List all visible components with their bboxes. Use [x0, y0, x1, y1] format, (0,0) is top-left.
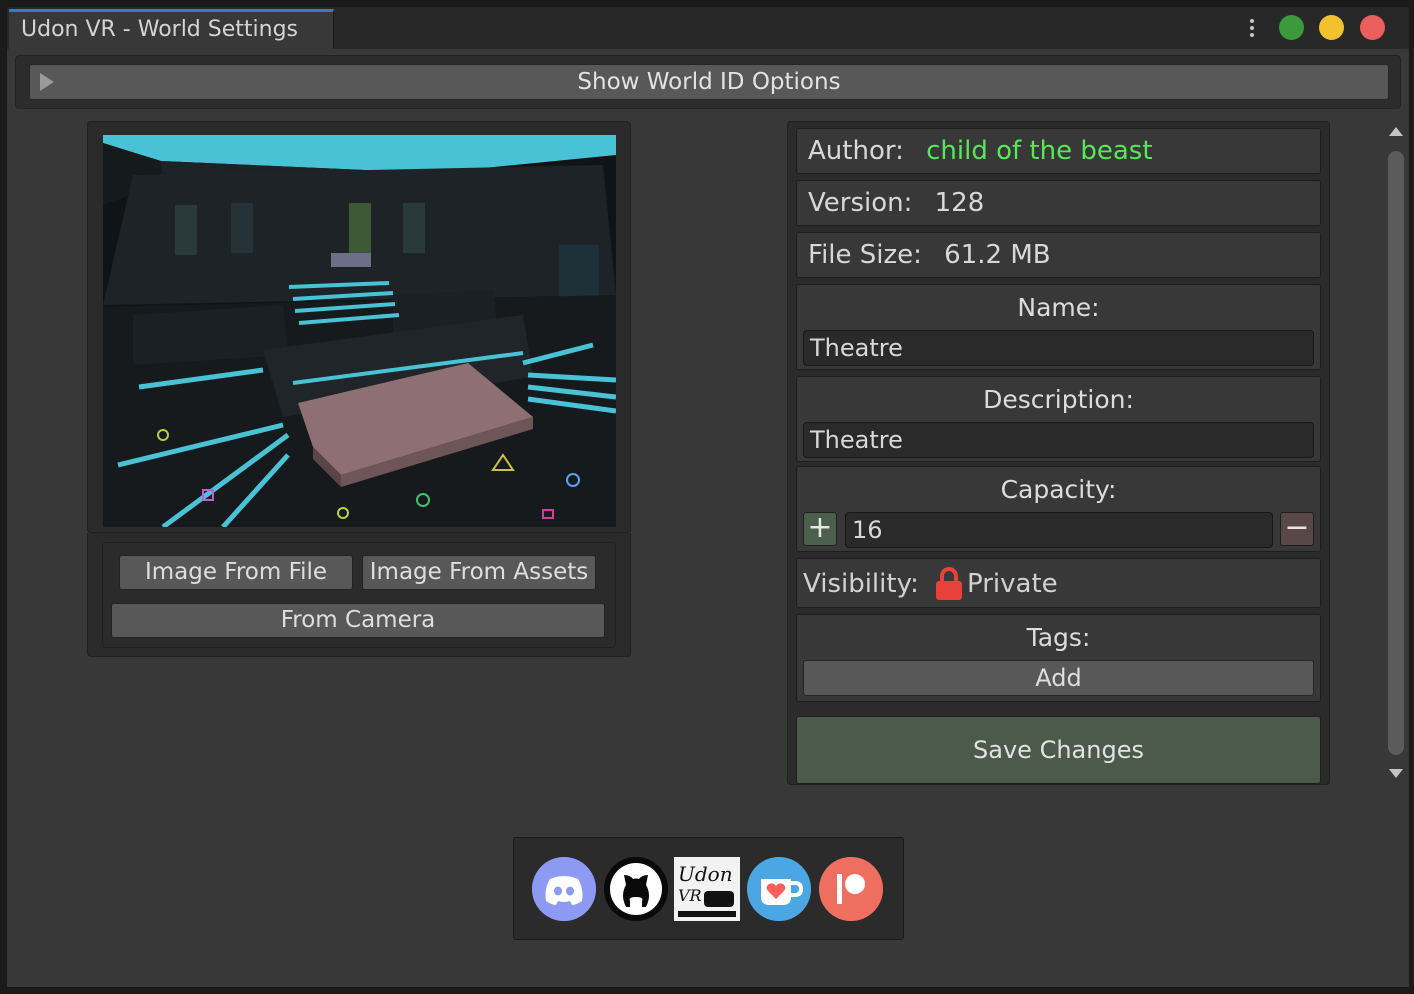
window-title-tab[interactable]: Udon VR - World Settings	[9, 9, 334, 49]
world-id-options-section: Show World ID Options	[15, 55, 1401, 109]
description-input[interactable]: Theatre	[803, 422, 1314, 458]
from-camera-button[interactable]: From Camera	[111, 603, 605, 638]
scroll-thumb[interactable]	[1388, 151, 1404, 755]
name-section: Name: Theatre	[796, 284, 1321, 370]
minimize-button[interactable]	[1319, 15, 1344, 40]
discord-icon[interactable]	[532, 857, 596, 921]
name-label: Name:	[1017, 293, 1100, 322]
author-value: child of the beast	[926, 136, 1153, 166]
github-icon[interactable]	[604, 857, 668, 921]
social-links-bar: Udon VR VR	[513, 837, 904, 940]
save-changes-button[interactable]: Save Changes	[796, 716, 1321, 784]
scroll-up-arrow-icon[interactable]	[1389, 127, 1403, 136]
world-preview-image	[103, 135, 616, 527]
menu-dots-icon[interactable]	[1248, 17, 1256, 41]
capacity-input[interactable]: 16	[845, 512, 1273, 548]
udon-vr-logo[interactable]: Udon VR VR	[674, 857, 740, 921]
name-input[interactable]: Theatre	[803, 330, 1314, 366]
capacity-label: Capacity:	[1000, 475, 1117, 504]
title-bar: Udon VR - World Settings	[7, 7, 1409, 49]
image-panel	[87, 121, 631, 533]
tags-label: Tags:	[1026, 623, 1091, 652]
file-size-row: File Size: 61.2 MB	[796, 232, 1321, 278]
capacity-increment-button[interactable]: +	[803, 512, 837, 546]
theatre-scene-image	[103, 135, 616, 527]
visibility-value: Private	[967, 569, 1058, 599]
patreon-icon[interactable]	[819, 857, 883, 921]
scroll-down-arrow-icon[interactable]	[1389, 769, 1403, 778]
show-world-id-options-button[interactable]: Show World ID Options	[29, 64, 1389, 100]
version-value: 128	[934, 188, 985, 218]
image-from-file-button[interactable]: Image From File	[119, 555, 353, 590]
description-label: Description:	[983, 385, 1134, 414]
add-tag-button[interactable]: Add	[803, 660, 1314, 696]
capacity-decrement-button[interactable]: −	[1280, 512, 1314, 546]
visibility-row[interactable]: Visibility: Private	[796, 558, 1321, 608]
file-size-label: File Size:	[808, 240, 922, 270]
vertical-scrollbar[interactable]	[1386, 121, 1406, 793]
udon-logo-text: Udon VR	[678, 862, 740, 886]
version-row: Version: 128	[796, 180, 1321, 226]
visibility-label: Visibility:	[803, 569, 919, 599]
maximize-button[interactable]	[1279, 15, 1304, 40]
svg-text:VR: VR	[678, 886, 702, 905]
window: Udon VR - World Settings Show World ID O…	[6, 6, 1410, 988]
show-world-id-options-label: Show World ID Options	[577, 69, 841, 95]
triangle-right-icon	[40, 73, 54, 91]
description-section: Description: Theatre	[796, 376, 1321, 462]
close-button[interactable]	[1360, 15, 1385, 40]
settings-panel: Author: child of the beast Version: 128 …	[787, 121, 1330, 785]
author-label: Author:	[808, 136, 904, 166]
tags-section: Tags: Add	[796, 614, 1321, 702]
image-buttons-group: Image From File Image From Assets From C…	[102, 542, 616, 648]
capacity-section: Capacity: + 16 −	[796, 466, 1321, 552]
file-size-value: 61.2 MB	[944, 240, 1051, 270]
lock-icon	[936, 567, 962, 600]
image-from-assets-button[interactable]: Image From Assets	[362, 555, 596, 590]
author-row: Author: child of the beast	[796, 128, 1321, 174]
version-label: Version:	[808, 188, 913, 218]
kofi-icon[interactable]	[747, 857, 811, 921]
